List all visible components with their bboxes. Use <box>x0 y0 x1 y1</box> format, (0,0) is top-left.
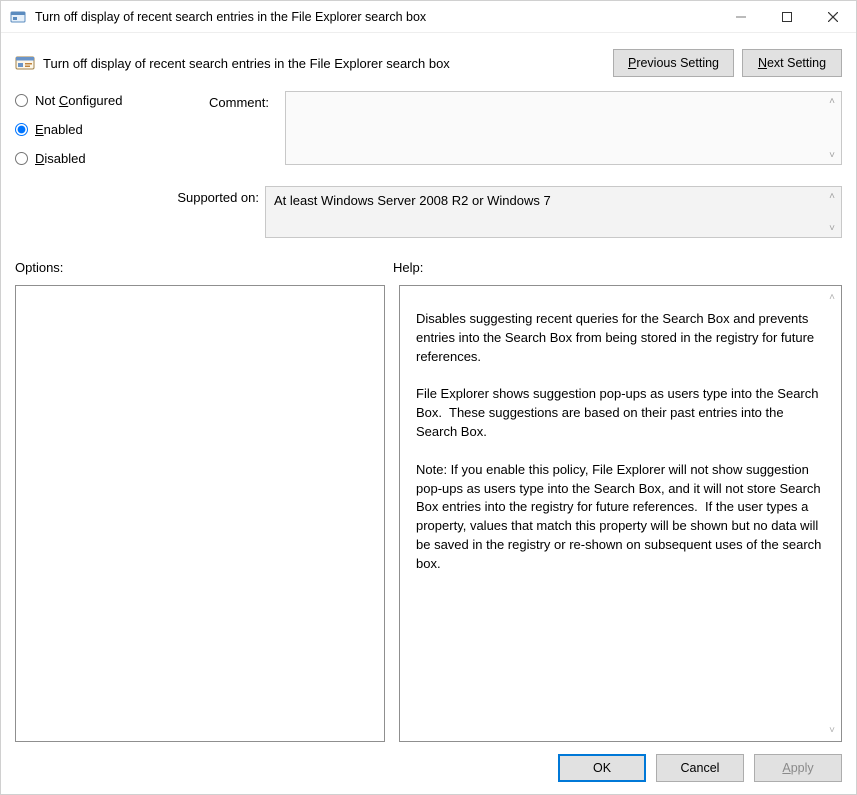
panels-row: Disables suggesting recent queries for t… <box>15 285 842 742</box>
app-icon <box>9 8 27 26</box>
radio-enabled-input[interactable] <box>15 123 28 136</box>
scroll-up-icon[interactable]: ˄ <box>825 290 839 304</box>
state-and-comment-row: Not Configured Enabled Disabled Comment:… <box>15 91 842 180</box>
radio-not-configured-label: Not Configured <box>35 93 122 108</box>
state-radio-group: Not Configured Enabled Disabled <box>15 91 165 180</box>
maximize-button[interactable] <box>764 1 810 33</box>
supported-on-value: At least Windows Server 2008 R2 or Windo… <box>266 187 841 214</box>
radio-not-configured-input[interactable] <box>15 94 28 107</box>
panel-labels-row: Options: Help: <box>15 260 842 275</box>
policy-title: Turn off display of recent search entrie… <box>43 56 613 71</box>
radio-disabled-label: Disabled <box>35 151 86 166</box>
next-label: ext Setting <box>767 56 826 70</box>
scroll-down-icon[interactable]: ˅ <box>825 221 839 235</box>
comment-label: Comment: <box>175 91 275 110</box>
scroll-up-icon[interactable]: ˄ <box>825 189 839 203</box>
ok-button[interactable]: OK <box>558 754 646 782</box>
supported-on-row: Supported on: At least Windows Server 20… <box>15 186 842 238</box>
scroll-down-icon[interactable]: ˅ <box>825 723 839 737</box>
window-buttons <box>718 1 856 33</box>
apply-button: Apply <box>754 754 842 782</box>
comment-value <box>286 92 841 104</box>
nav-buttons: Previous Setting Next Setting <box>613 49 842 77</box>
cancel-button[interactable]: Cancel <box>656 754 744 782</box>
scroll-down-icon[interactable]: ˅ <box>825 148 839 162</box>
help-text: Disables suggesting recent queries for t… <box>400 286 841 741</box>
radio-not-configured[interactable]: Not Configured <box>15 93 165 108</box>
scroll-up-icon[interactable]: ˄ <box>825 94 839 108</box>
options-panel <box>15 285 385 742</box>
help-label: Help: <box>393 260 842 275</box>
next-setting-button[interactable]: Next Setting <box>742 49 842 77</box>
radio-disabled-input[interactable] <box>15 152 28 165</box>
previous-setting-button[interactable]: Previous Setting <box>613 49 734 77</box>
radio-enabled[interactable]: Enabled <box>15 122 165 137</box>
close-button[interactable] <box>810 1 856 33</box>
dialog-actions: OK Cancel Apply <box>15 742 842 782</box>
window-title: Turn off display of recent search entrie… <box>35 10 718 24</box>
policy-icon <box>15 53 35 73</box>
help-panel: Disables suggesting recent queries for t… <box>399 285 842 742</box>
minimize-button[interactable] <box>718 1 764 33</box>
header-row: Turn off display of recent search entrie… <box>15 43 842 91</box>
supported-on-label: Supported on: <box>165 186 265 205</box>
options-label: Options: <box>15 260 393 275</box>
dialog-body: Turn off display of recent search entrie… <box>1 33 856 794</box>
radio-disabled[interactable]: Disabled <box>15 151 165 166</box>
title-bar: Turn off display of recent search entrie… <box>1 1 856 33</box>
prev-label: revious Setting <box>636 56 719 70</box>
comment-textbox[interactable]: ˄ ˅ <box>285 91 842 165</box>
radio-enabled-label: Enabled <box>35 122 83 137</box>
supported-on-textbox: At least Windows Server 2008 R2 or Windo… <box>265 186 842 238</box>
